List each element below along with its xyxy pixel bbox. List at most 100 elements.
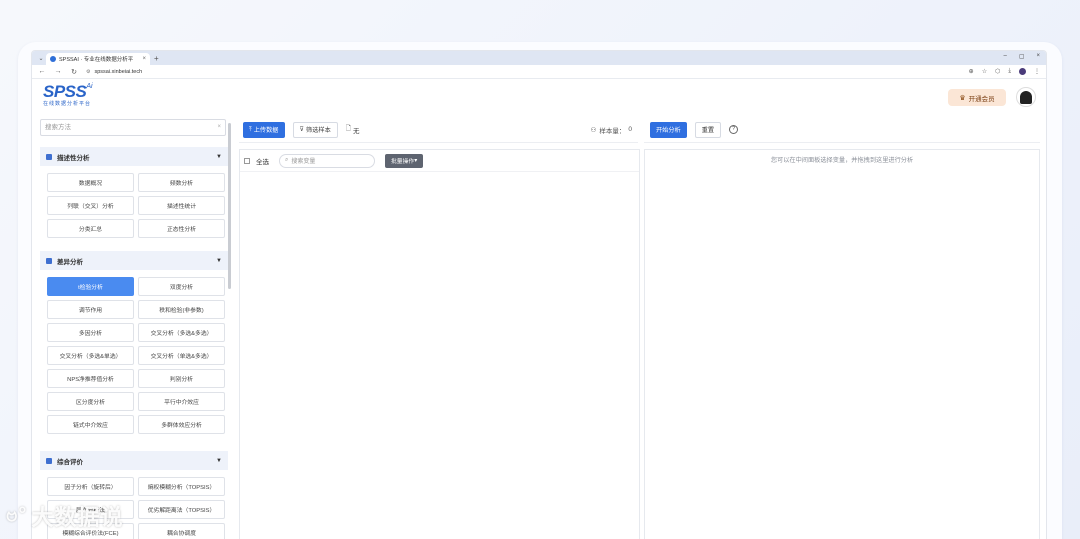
crown-icon: ♛ (959, 94, 966, 102)
method-button[interactable]: 数据概况 (47, 173, 134, 192)
section-icon (46, 457, 52, 464)
address-bar-actions: ⊕ ☆ ⬡ ⤓ ⋮ (969, 68, 1040, 75)
app-header: SPSSAi 在线数据分析平台 ♛ 开通会员 (32, 79, 1046, 115)
file-icon: 🗋 (345, 125, 352, 132)
reload-icon[interactable]: ↻ (70, 68, 78, 76)
variable-panel: 全选 ⌕ 搜索变量 批量操作 ▾ (239, 149, 640, 539)
back-icon[interactable]: ← (38, 68, 46, 75)
file-none-label: 无 (353, 127, 360, 135)
clear-icon[interactable]: × (217, 120, 221, 135)
method-button[interactable]: 分类汇总 (47, 219, 134, 238)
minimize-icon[interactable]: – (1003, 53, 1006, 60)
menu-icon[interactable]: ⋮ (1034, 68, 1040, 75)
variable-search-input[interactable]: ⌕ 搜索变量 (279, 153, 375, 168)
zoom-icon[interactable]: ⊕ (969, 68, 974, 75)
reset-button[interactable]: 重置 (694, 121, 722, 138)
logo-subtitle: 在线数据分析平台 (43, 101, 92, 107)
bookmark-star-icon[interactable]: ☆ (982, 68, 987, 75)
watermark-text: 大数据说 (31, 505, 124, 530)
extensions-icon[interactable]: ⬡ (995, 68, 1000, 75)
method-button[interactable]: 交叉分析（单选&多选） (138, 346, 225, 365)
url-text: spssai.xinbeiai.tech (94, 68, 143, 75)
workspace: 搜索方法 × 描述性分析 ▼ 数据概况 频数分析 列联（交叉）分析 描述性统计 … (32, 115, 1046, 539)
upload-data-button[interactable]: ⤒ 上传数据 (243, 121, 285, 138)
method-button[interactable]: 链式中介效应 (47, 415, 134, 434)
data-toolbar: ⤒ 上传数据 ⊽ 筛选样本 🗋 无 ⚇ 样本量： 0 (239, 117, 638, 143)
difference-grid: t检验分析 双度分析 调节作用 秩和检验(非参数) 多因分析 交叉分析（多选&多… (47, 277, 227, 434)
browser-tab[interactable]: SPSSAI · 专业在线数据分析平 × (46, 53, 150, 65)
method-search-placeholder: 搜索方法 (45, 124, 71, 131)
section-difference[interactable]: 差异分析 ▼ (40, 251, 228, 270)
method-button[interactable]: 交叉分析（多选&多选） (138, 323, 225, 342)
watermark-logo-icon: ဗ° (6, 504, 28, 526)
method-button[interactable]: 频数分析 (138, 173, 225, 192)
avatar[interactable] (1016, 87, 1036, 107)
method-button[interactable]: 多群体效应分析 (138, 415, 225, 434)
maximize-icon[interactable]: ▢ (1019, 53, 1025, 60)
profile-icon[interactable] (1019, 68, 1026, 75)
section-icon (46, 153, 52, 160)
select-all-checkbox[interactable] (244, 157, 250, 164)
caret-down-icon: ▼ (216, 457, 222, 464)
method-button-active[interactable]: t检验分析 (47, 277, 134, 296)
upload-label: 上传数据 (253, 127, 279, 134)
descriptive-grid: 数据概况 频数分析 列联（交叉）分析 描述性统计 分类汇总 正态性分析 (47, 173, 227, 238)
method-button[interactable]: 正态性分析 (138, 219, 225, 238)
method-panel-scrollbar[interactable] (228, 123, 231, 289)
help-icon[interactable]: ? (729, 125, 739, 134)
method-button[interactable]: 因子分析（旋转后） (47, 477, 134, 496)
method-button[interactable]: 双度分析 (138, 277, 225, 296)
variable-search-placeholder: 搜索变量 (291, 159, 316, 165)
method-button[interactable]: 熵权模糊分析（TOPSIS） (138, 477, 225, 496)
batch-operation-button[interactable]: 批量操作 ▾ (385, 153, 424, 168)
method-button[interactable]: 秩和检验(非参数) (138, 300, 225, 319)
browser-window: ⌄ SPSSAI · 专业在线数据分析平 × + – ▢ × ← → ↻ ⚙ s… (31, 50, 1047, 539)
section-title: 描述性分析 (57, 154, 90, 162)
method-button[interactable]: 列联（交叉）分析 (47, 196, 134, 215)
section-descriptive[interactable]: 描述性分析 ▼ (40, 147, 228, 166)
start-analysis-button[interactable]: 开始分析 (650, 121, 687, 138)
tab-title: SPSSAI · 专业在线数据分析平 (59, 57, 134, 63)
batch-label: 批量操作 (391, 159, 415, 165)
method-button[interactable]: 判别分析 (138, 369, 225, 388)
filter-sample-button[interactable]: ⊽ 筛选样本 (292, 121, 338, 138)
sample-count-label: 样本量： (599, 127, 626, 135)
method-button[interactable]: 多因分析 (47, 323, 134, 342)
forward-icon[interactable]: → (54, 68, 62, 75)
analysis-panel[interactable]: 您可以在中间面板选择变量，并拖拽到这里进行分析 (644, 149, 1040, 539)
close-window-icon[interactable]: × (1036, 53, 1040, 60)
vip-label: 开通会员 (968, 95, 995, 103)
tab-search-dropdown[interactable]: ⌄ (36, 53, 46, 65)
file-none-button[interactable]: 🗋 无 (346, 124, 360, 135)
window-controls: – ▢ × (1003, 53, 1040, 60)
vip-button[interactable]: ♛ 开通会员 (948, 89, 1006, 106)
user-icon (1020, 90, 1032, 104)
method-button[interactable]: NPS净推荐值分析 (47, 369, 134, 388)
users-icon: ⚇ (590, 126, 597, 134)
variable-filter-row: 全选 ⌕ 搜索变量 批量操作 ▾ (240, 150, 639, 172)
tab-close-icon[interactable]: × (142, 56, 146, 62)
search-icon: ⌕ (285, 157, 289, 163)
filter-icon: ⊽ (299, 126, 305, 133)
method-button[interactable]: 平行中介效应 (138, 392, 225, 411)
section-evaluation[interactable]: 综合评价 ▼ (40, 451, 228, 470)
download-icon[interactable]: ⤓ (1008, 68, 1011, 75)
method-button[interactable]: 交叉分析（多选&单选） (47, 346, 134, 365)
select-all-label: 全选 (256, 158, 269, 166)
method-button[interactable]: 调节作用 (47, 300, 134, 319)
section-title: 差异分析 (57, 258, 83, 266)
upload-icon: ⤒ (249, 125, 252, 133)
method-button[interactable]: 耦合协调度 (138, 523, 225, 539)
site-info-icon[interactable]: ⚙ (86, 69, 90, 75)
method-button[interactable]: 区分度分析 (47, 392, 134, 411)
analysis-toolbar: 开始分析 重置 ? (644, 117, 1040, 143)
url-field[interactable]: ⚙ spssai.xinbeiai.tech (86, 67, 961, 77)
watermark: ဗ° 大数据说 (6, 500, 123, 532)
method-button[interactable]: 优劣解距离法（TOPSIS） (138, 500, 225, 519)
method-search-input[interactable]: 搜索方法 × (40, 119, 226, 136)
logo[interactable]: SPSSAi 在线数据分析平台 (43, 83, 93, 107)
address-bar: ← → ↻ ⚙ spssai.xinbeiai.tech ⊕ ☆ ⬡ ⤓ ⋮ (32, 65, 1046, 79)
filter-label: 筛选样本 (306, 127, 331, 134)
method-button[interactable]: 描述性统计 (138, 196, 225, 215)
new-tab-button[interactable]: + (154, 53, 159, 65)
